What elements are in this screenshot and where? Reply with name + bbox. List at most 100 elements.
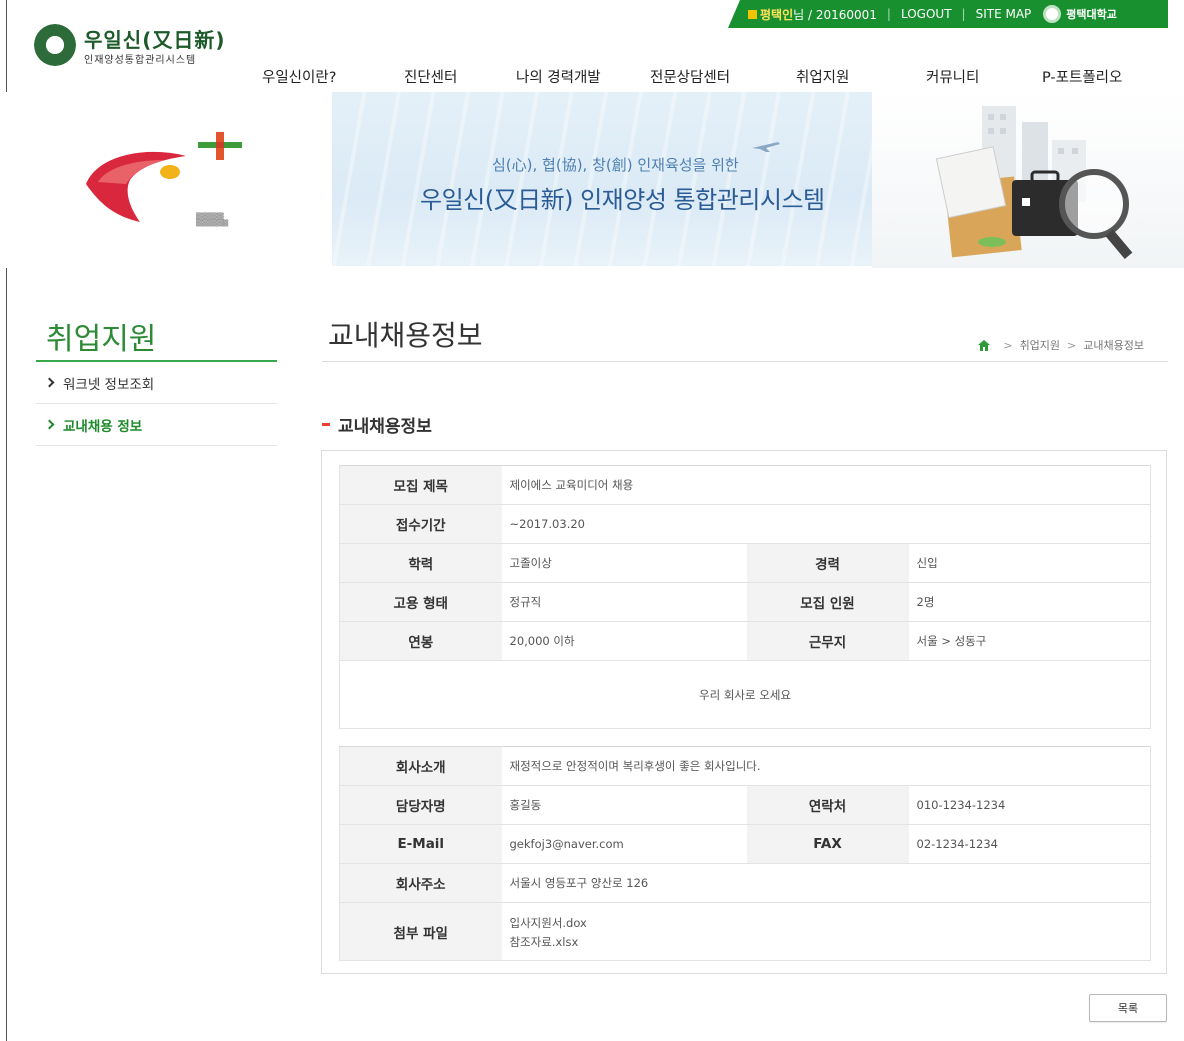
university-link[interactable]: 평택대학교	[1043, 5, 1117, 23]
frame-line	[6, 268, 7, 1041]
field-label: 근무지	[746, 621, 909, 661]
field-label: 고용 형태	[339, 582, 502, 622]
email-value[interactable]: gekfoj3@naver.com	[501, 824, 747, 864]
headcount-value: 2명	[908, 582, 1152, 622]
header: 우일신(又日新) 인재양성통합관리시스템 평택인 님 / 20160001 | …	[0, 0, 1184, 92]
page-title: 교내채용정보	[328, 319, 483, 352]
work-location-value: 서울 > 성동구	[908, 621, 1152, 661]
banner-main: 심(心), 협(協), 창(創) 인재육성을 위한 우일신(又日新) 인재양성 …	[332, 92, 872, 266]
nav-item-portfolio[interactable]: P-포트폴리오	[1042, 66, 1122, 87]
breadcrumb: > 취업지원 > 교내채용정보	[978, 337, 1144, 353]
table-row: 접수기간 ~2017.03.20	[339, 504, 1152, 544]
frame-line	[6, 0, 7, 92]
salary-value: 20,000 이하	[501, 621, 747, 661]
recruitment-detail-box: 모집 제목 제이에스 교육미디어 채용 접수기간 ~2017.03.20 학력 …	[321, 450, 1167, 974]
user-name: 평택인	[760, 7, 794, 22]
table-row: 회사소개 재정적으로 안정적이며 복리후생이 좋은 회사입니다.	[339, 746, 1151, 786]
airplane-icon	[752, 142, 780, 152]
section-title-text: 교내채용정보	[338, 417, 432, 437]
field-label: 모집 제목	[339, 465, 502, 505]
table-row: 담당자명 홍길동 연락처 010-1234-1234	[339, 785, 1151, 825]
list-button[interactable]: 목록	[1089, 994, 1167, 1022]
sidebar-item-worknet[interactable]: 워크넷 정보조회	[36, 362, 277, 404]
nav-item-career[interactable]: 나의 경력개발	[516, 66, 650, 87]
field-label: 모집 인원	[746, 582, 909, 622]
chevron-right-icon	[44, 377, 55, 388]
sidebar-item-label: 교내채용 정보	[63, 418, 143, 435]
logo-title: 우일신(又日新)	[84, 28, 226, 52]
chevron-right-icon	[44, 419, 55, 430]
home-icon[interactable]	[978, 339, 991, 351]
mascot-caption: ▒▒▒▒▒▒ ▒▒▒▒▒▒▒	[196, 213, 229, 227]
table-row: E-Mail gekfoj3@naver.com FAX 02-1234-123…	[339, 824, 1151, 864]
breadcrumb-separator: >	[1067, 338, 1077, 352]
breadcrumb-separator: >	[1003, 338, 1013, 352]
field-label: 경력	[746, 543, 909, 583]
breadcrumb-item[interactable]: 취업지원	[1020, 337, 1060, 353]
table-row: 모집 제목 제이에스 교육미디어 채용	[339, 465, 1152, 505]
field-label: FAX	[746, 824, 909, 864]
banner-title: 우일신(又日新) 인재양성 통합관리시스템	[420, 186, 825, 214]
fax-value: 02-1234-1234	[908, 824, 1151, 864]
table-row: 회사주소 서울시 영등포구 양산로 126	[339, 863, 1151, 903]
cross-icon	[198, 132, 242, 160]
field-label: 연봉	[339, 621, 502, 661]
office-illustration-icon	[935, 106, 1133, 260]
table-row: 우리 회사로 오세요	[338, 660, 1152, 729]
breadcrumb-item-current: 교내채용정보	[1083, 339, 1144, 352]
field-label: 담당자명	[339, 785, 502, 825]
bullet-icon	[322, 423, 330, 426]
sidebar-title: 취업지원	[46, 322, 157, 357]
education-value: 고졸이상	[501, 543, 747, 583]
attachment-file-link[interactable]: 참조자료.xlsx	[510, 933, 1151, 952]
field-label: 학력	[339, 543, 502, 583]
field-label: 회사소개	[339, 746, 502, 786]
sidebar-item-campus-jobs[interactable]: 교내채용 정보	[36, 404, 277, 446]
university-emblem-icon	[34, 24, 76, 66]
logout-link[interactable]: LOGOUT	[901, 7, 952, 21]
table-row: 첨부 파일 입사지원서.dox 참조자료.xlsx	[339, 902, 1151, 961]
recruitment-title-value: 제이에스 교육미디어 채용	[501, 465, 1152, 505]
logo-subtitle: 인재양성통합관리시스템	[84, 55, 197, 66]
employment-type-value: 정규직	[501, 582, 747, 622]
field-label: 접수기간	[339, 504, 502, 544]
table-row: 학력 고졸이상 경력 신입	[339, 543, 1152, 583]
manager-name-value: 홍길동	[501, 785, 747, 825]
user-id: 님 / 20160001	[793, 7, 877, 22]
application-period-value: ~2017.03.20	[501, 504, 1152, 544]
attachment-list: 입사지원서.dox 참조자료.xlsx	[501, 902, 1151, 961]
field-label: 첨부 파일	[339, 902, 502, 961]
separator: |	[961, 7, 966, 21]
company-info-table: 회사소개 재정적으로 안정적이며 복리후생이 좋은 회사입니다. 담당자명 홍길…	[339, 746, 1151, 961]
banner-illustration	[872, 92, 1184, 268]
nav-item-diagnosis[interactable]: 진단센터	[404, 66, 516, 87]
attachment-file-link[interactable]: 입사지원서.dox	[510, 914, 1151, 933]
university-name: 평택대학교	[1066, 8, 1117, 21]
mascot-illustration-icon	[86, 151, 186, 222]
field-label: 연락처	[746, 785, 909, 825]
recruitment-description: 우리 회사로 오세요	[338, 660, 1152, 729]
field-label: 회사주소	[339, 863, 502, 903]
banner-mascot: ▒▒▒▒▒▒ ▒▒▒▒▒▒▒	[8, 92, 332, 268]
separator: |	[886, 7, 891, 21]
recruitment-info-table: 모집 제목 제이에스 교육미디어 채용 접수기간 ~2017.03.20 학력 …	[338, 465, 1152, 729]
sidebar-item-label: 워크넷 정보조회	[63, 376, 155, 393]
banner-subtitle: 심(心), 협(協), 창(創) 인재육성을 위한	[492, 156, 739, 174]
university-emblem-icon	[1043, 5, 1062, 23]
banner-background	[332, 92, 872, 266]
nav-item-about[interactable]: 우일신이란?	[262, 66, 404, 87]
sitemap-link[interactable]: SITE MAP	[976, 7, 1032, 21]
title-divider	[322, 361, 1168, 362]
nav-item-employment[interactable]: 취업지원	[796, 66, 926, 87]
company-intro-value: 재정적으로 안정적이며 복리후생이 좋은 회사입니다.	[501, 746, 1151, 786]
section-title: 교내채용정보	[322, 412, 432, 437]
career-value: 신입	[908, 543, 1152, 583]
site-logo[interactable]: 우일신(又日新) 인재양성통합관리시스템	[34, 22, 264, 68]
main-navigation: 우일신이란? 진단센터 나의 경력개발 전문상담센터 취업지원 커뮤니티 P-포…	[262, 66, 1122, 87]
nav-item-community[interactable]: 커뮤니티	[926, 66, 1042, 87]
company-address-value: 서울시 영등포구 양산로 126	[501, 863, 1151, 903]
user-flag-icon	[748, 9, 757, 19]
nav-item-counseling[interactable]: 전문상담센터	[650, 66, 796, 87]
table-row: 고용 형태 정규직 모집 인원 2명	[339, 582, 1152, 622]
utility-bar: 평택인 님 / 20160001 | LOGOUT | SITE MAP 평택대…	[728, 0, 1168, 28]
